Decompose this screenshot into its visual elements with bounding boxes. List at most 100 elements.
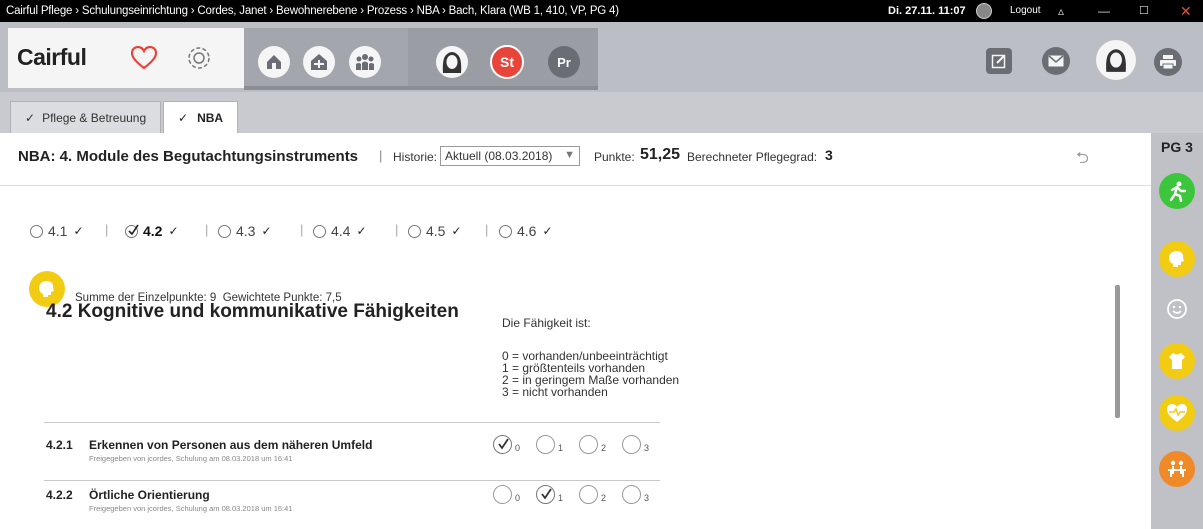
mobility-icon[interactable] [1159, 173, 1195, 209]
module-separator: | [395, 222, 399, 237]
right-rail: PG 3 [1151, 133, 1203, 529]
module-separator: | [300, 222, 304, 237]
module-separator: | [485, 222, 489, 237]
edit-icon[interactable] [986, 48, 1012, 74]
module-check-icon: ✓ [356, 224, 367, 238]
module-option-4-4[interactable]: 4.4 ✓ [313, 221, 367, 241]
social-icon[interactable] [1159, 451, 1195, 487]
module-separator: | [105, 222, 109, 237]
st-badge-icon[interactable]: St [490, 45, 524, 79]
cognition-icon[interactable] [1159, 241, 1195, 277]
module-check-icon: ✓ [73, 224, 84, 238]
app-logo: Cairful [17, 44, 87, 70]
rating-option-label: 0 [515, 442, 521, 453]
user-avatar-icon[interactable] [1096, 40, 1136, 80]
grade-value: 3 [825, 147, 833, 163]
rating-option-label: 3 [644, 442, 650, 453]
module-label: 4.6 [517, 223, 537, 239]
rating-option-label: 3 [644, 492, 650, 503]
pr-badge-icon[interactable]: Pr [548, 46, 580, 78]
header-separator: | [379, 148, 383, 163]
rating-option-1[interactable]: 1 [536, 435, 563, 454]
legend-item: 3 = nicht vorhanden [502, 385, 608, 399]
health-icon[interactable] [1159, 395, 1195, 431]
nav-group-home-underline [244, 86, 408, 90]
tab-check-icon: ✓ [178, 111, 189, 125]
home-icon[interactable] [258, 46, 290, 78]
module-label: 4.4 [331, 223, 351, 239]
group-icon[interactable] [349, 46, 381, 78]
datetime: Di. 27.11. 11:07 [888, 5, 966, 17]
rating-option-3[interactable]: 3 [622, 485, 649, 504]
radio-icon [579, 485, 598, 504]
behavior-icon[interactable] [1159, 291, 1195, 327]
house-network-icon[interactable] [303, 46, 335, 78]
assessment-item-4-2-1: 4.2.1 Erkennen von Personen aus dem nähe… [46, 429, 666, 469]
module-label: 4.1 [48, 223, 68, 239]
vertical-scrollbar[interactable] [1115, 285, 1120, 418]
maximize-icon[interactable]: ☐ [1139, 0, 1149, 22]
module-option-4-2[interactable]: 4.2 ✓ [125, 221, 179, 241]
history-select-value: Aktuell (08.03.2018) [445, 149, 553, 163]
module-check-icon: ✓ [542, 224, 553, 238]
radio-icon [493, 485, 512, 504]
main-toolbar: Cairful St Pr [0, 22, 1203, 92]
rating-option-0[interactable]: 0 [493, 435, 520, 454]
points-label: Punkte: [594, 150, 635, 164]
tab-pflege-betreuung[interactable]: ✓ Pflege & Betreuung [10, 101, 162, 133]
radio-checked-icon [125, 224, 139, 238]
tab-row: ✓ Pflege & Betreuung ✓ NBA [0, 92, 1203, 133]
tab-label: NBA [197, 111, 224, 125]
rating-option-0[interactable]: 0 [493, 485, 520, 504]
rating-option-1[interactable]: 1 [536, 485, 563, 504]
module-check-icon: ✓ [168, 224, 179, 238]
module-option-4-6[interactable]: 4.6 ✓ [499, 221, 553, 241]
history-select[interactable]: Aktuell (08.03.2018) ▼ [440, 146, 580, 166]
main-content: NBA: 4. Module des Begutachtungsinstrume… [0, 133, 1151, 529]
item-title: Erkennen von Personen aus dem näheren Um… [89, 438, 373, 452]
dropdown-arrow-icon: ▼ [564, 149, 575, 161]
grade-label: Berechneter Pflegegrad: [687, 150, 818, 164]
up-icon[interactable]: ▵ [1058, 0, 1064, 22]
rating-option-2[interactable]: 2 [579, 485, 606, 504]
print-icon[interactable] [1154, 48, 1182, 76]
points-value: 51,25 [640, 146, 681, 163]
rating-option-2[interactable]: 2 [579, 435, 606, 454]
tab-nba[interactable]: ✓ NBA [163, 101, 239, 133]
close-icon[interactable]: ✕ [1180, 0, 1192, 22]
radio-icon [622, 435, 641, 454]
nav-group-resident-underline [408, 86, 598, 90]
module-option-4-3[interactable]: 4.3 ✓ [218, 221, 272, 241]
heart-icon[interactable] [128, 42, 160, 74]
section-title: 4.2 Kognitive und kommunikative Fähigkei… [46, 301, 459, 322]
item-subtitle: Freigegeben von jcordes, Schulung am 08.… [89, 504, 293, 513]
rating-option-3[interactable]: 3 [622, 435, 649, 454]
rating-option-label: 0 [515, 492, 521, 503]
row-divider [44, 422, 660, 423]
resident-avatar-icon[interactable] [436, 46, 468, 78]
module-option-4-5[interactable]: 4.5 ✓ [408, 221, 462, 241]
selfcare-icon[interactable] [1159, 343, 1195, 379]
legend-title: Die Fähigkeit ist: [502, 316, 591, 330]
radio-icon [313, 224, 326, 238]
rating-option-label: 2 [601, 442, 607, 453]
gear-icon[interactable] [183, 42, 215, 74]
rating-option-label: 2 [601, 492, 607, 503]
page-title: NBA: 4. Module des Begutachtungsinstrume… [18, 148, 359, 165]
radio-checked-icon [493, 435, 512, 454]
logout-link[interactable]: Logout [1010, 0, 1041, 22]
undo-icon[interactable]: ⮌ [1076, 147, 1089, 174]
item-subtitle: Freigegeben von jcordes, Schulung am 08.… [89, 454, 293, 463]
header-divider [0, 185, 1151, 186]
module-separator: | [205, 222, 209, 237]
radio-icon [579, 435, 598, 454]
assessment-item-4-2-2: 4.2.2 Örtliche Orientierung Freigegeben … [46, 479, 666, 519]
st-badge-label: St [500, 54, 514, 70]
window-title: Cairful Pflege › Schulungseinrichtung › … [6, 5, 619, 17]
module-option-4-1[interactable]: 4.1 ✓ [30, 221, 84, 241]
radio-icon [30, 224, 43, 238]
mail-icon[interactable] [1042, 47, 1070, 75]
radio-checked-icon [536, 485, 555, 504]
radio-icon [622, 485, 641, 504]
minimize-icon[interactable]: — [1098, 0, 1110, 22]
